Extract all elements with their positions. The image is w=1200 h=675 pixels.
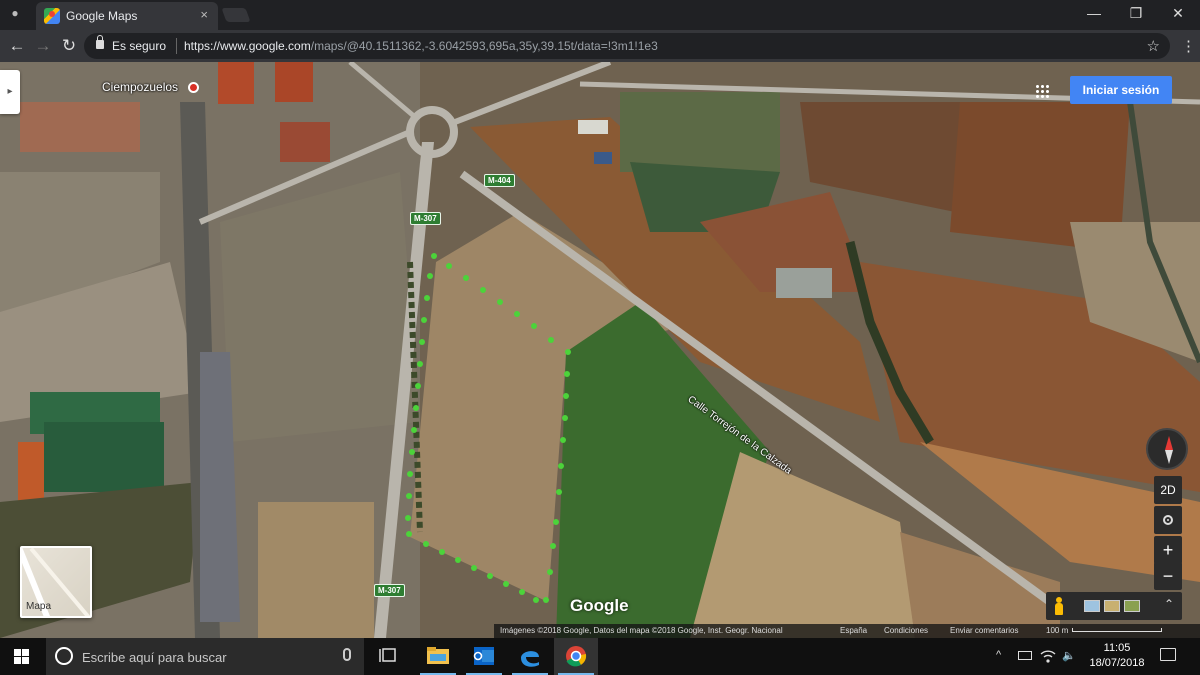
road-shield-m307-north: M-307 — [410, 212, 441, 225]
browser-menu-icon[interactable]: ⋮ — [1181, 37, 1196, 55]
tab-strip: ● Google Maps × — ❐ ✕ — [0, 0, 1200, 30]
clock-date: 18/07/2018 — [1089, 657, 1145, 669]
clock-time: 11:05 — [1103, 642, 1131, 654]
map-type-label: Mapa — [26, 601, 52, 612]
windows-start-icon[interactable] — [14, 649, 29, 664]
browser-toolbar: ← → ↻ Es seguro https://www.google.com/m… — [0, 30, 1200, 62]
scale-label[interactable]: 100 m — [1046, 624, 1068, 638]
notification-icon[interactable] — [1160, 648, 1176, 661]
map-credits-bar: Imágenes ©2018 Google, Datos del mapa ©2… — [494, 624, 1200, 638]
zoom-in-button[interactable]: + — [1154, 536, 1182, 564]
taskbar-search[interactable]: Escribe aquí para buscar — [46, 638, 364, 675]
window-close-button[interactable]: ✕ — [1156, 0, 1200, 26]
edge-button[interactable] — [508, 638, 552, 675]
screen: ● Google Maps × — ❐ ✕ ← → ↻ Es seguro ht… — [0, 0, 1200, 675]
url-host: https://www.google.com — [184, 39, 311, 53]
url-path: /maps/@40.1511362,-3.6042593,695a,35y,39… — [310, 39, 658, 53]
pegman-icon[interactable] — [1054, 597, 1064, 615]
imagery-bar: ⌃ — [1046, 592, 1182, 620]
expand-side-panel-button[interactable]: ▸ — [0, 70, 20, 114]
address-bar[interactable]: Es seguro https://www.google.com/maps/@4… — [84, 33, 1170, 59]
sign-in-button[interactable]: Iniciar sesión — [1070, 76, 1172, 104]
google-logo: Google — [570, 596, 629, 615]
imagery-thumb-field[interactable] — [1104, 600, 1120, 612]
forward-button[interactable]: → — [32, 35, 54, 57]
satellite-map[interactable]: ▸ Ciempozuelos M-404 M-307 M-307 Calle T… — [0, 62, 1200, 638]
compass-icon[interactable] — [1146, 428, 1188, 470]
edge-icon — [521, 651, 539, 667]
back-button[interactable]: ← — [6, 35, 28, 57]
boundary-dots — [405, 253, 571, 603]
tab-title: Google Maps — [66, 9, 138, 23]
imagery-thumb-sky[interactable] — [1084, 600, 1100, 612]
battery-icon[interactable] — [1018, 651, 1032, 660]
outlook-button[interactable] — [462, 638, 506, 675]
my-location-button[interactable] — [1154, 506, 1182, 534]
road-shield-m307-south: M-307 — [374, 584, 405, 597]
clock[interactable]: 11:05 18/07/2018 — [1088, 641, 1146, 671]
incognito-icon: ● — [11, 6, 19, 20]
search-placeholder: Escribe aquí para buscar — [82, 650, 227, 665]
feedback-link[interactable]: Enviar comentarios — [950, 624, 1018, 638]
country-link[interactable]: España — [840, 624, 867, 638]
new-tab-button[interactable] — [221, 8, 251, 22]
wifi-icon[interactable] — [1040, 648, 1056, 664]
apps-grid-icon[interactable] — [1035, 84, 1049, 98]
task-view-icon — [379, 648, 396, 662]
imagery-credit: Imágenes ©2018 Google, Datos del mapa ©2… — [500, 626, 783, 635]
my-location-icon — [1163, 515, 1173, 525]
window-minimize-button[interactable]: — — [1072, 0, 1116, 26]
lock-icon — [96, 35, 104, 49]
outlook-icon — [473, 647, 494, 665]
task-view-button[interactable] — [368, 638, 412, 675]
chrome-icon — [566, 646, 587, 667]
zoom-out-button[interactable]: − — [1154, 562, 1182, 590]
volume-icon[interactable]: 🔈 — [1062, 649, 1076, 662]
town-label[interactable]: Ciempozuelos — [102, 80, 178, 94]
map-type-toggle[interactable]: Mapa — [20, 546, 92, 618]
road-shield-m404: M-404 — [484, 174, 515, 187]
tab-close-icon[interactable]: × — [200, 7, 208, 22]
scale-bar — [1072, 628, 1162, 632]
security-label: Es seguro — [112, 39, 167, 53]
chrome-button[interactable] — [554, 638, 598, 675]
imagery-thumb-terrain[interactable] — [1124, 600, 1140, 612]
terms-link[interactable]: Condiciones — [884, 624, 928, 638]
taskbar: Escribe aquí para buscar ^ 🔈 11:05 18/07… — [0, 638, 1200, 675]
tray-chevron-icon[interactable]: ^ — [996, 649, 1001, 661]
url-text[interactable]: https://www.google.com/maps/@40.1511362,… — [184, 39, 658, 53]
bookmark-star-icon[interactable]: ☆ — [1147, 37, 1160, 55]
train-station-icon[interactable] — [188, 82, 199, 93]
toggle-2d-button[interactable]: 2D — [1154, 476, 1182, 504]
window-maximize-button[interactable]: ❐ — [1114, 0, 1158, 26]
tab-google-maps[interactable]: Google Maps × — [36, 2, 218, 30]
compass-south-needle — [1165, 450, 1173, 464]
google-maps-favicon-icon — [44, 8, 60, 24]
file-explorer-button[interactable] — [416, 638, 460, 675]
field-boundary-overlay — [405, 253, 571, 603]
microphone-icon[interactable] — [343, 648, 351, 661]
reload-button[interactable]: ↻ — [58, 35, 80, 57]
address-divider — [176, 38, 177, 54]
cortana-icon — [55, 647, 73, 665]
compass-north-needle — [1165, 436, 1173, 450]
collapse-chevron-icon[interactable]: ⌃ — [1164, 597, 1174, 611]
file-explorer-icon — [427, 647, 449, 664]
